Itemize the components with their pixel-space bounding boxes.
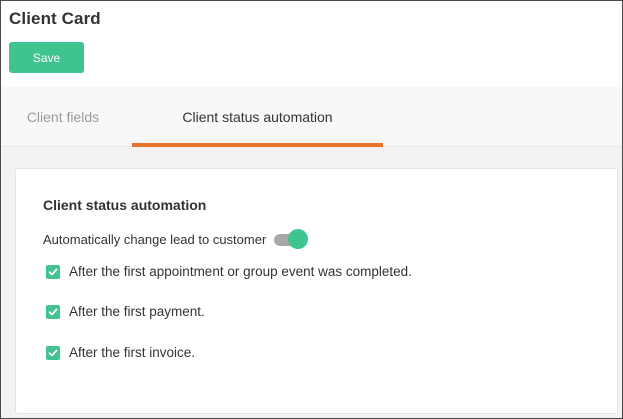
tab-bar: Client fields Client status automation bbox=[1, 87, 622, 147]
client-card-window: Client Card Save Client fields Client st… bbox=[0, 0, 623, 419]
page-title: Client Card bbox=[9, 9, 101, 28]
auto-change-toggle[interactable] bbox=[274, 228, 310, 250]
automation-card: Client status automation Automatically c… bbox=[15, 168, 618, 414]
save-button[interactable]: Save bbox=[9, 42, 84, 73]
tab-client-status-automation[interactable]: Client status automation bbox=[132, 87, 383, 147]
option-label: After the first invoice. bbox=[69, 345, 196, 360]
checkmark-icon bbox=[48, 308, 58, 315]
option-first-appointment: After the first appointment or group eve… bbox=[46, 264, 412, 279]
option-first-invoice: After the first invoice. bbox=[46, 345, 195, 360]
option-first-payment: After the first payment. bbox=[46, 304, 205, 319]
checkmark-icon bbox=[48, 268, 58, 275]
toggle-label: Automatically change lead to customer bbox=[43, 231, 267, 247]
option-label: After the first payment. bbox=[69, 304, 205, 319]
toggle-knob bbox=[288, 229, 309, 249]
checkmark-icon bbox=[48, 349, 58, 356]
checkbox-first-appointment[interactable] bbox=[46, 264, 60, 279]
header: Client Card Save bbox=[1, 1, 622, 87]
tab-client-fields[interactable]: Client fields bbox=[1, 87, 125, 146]
auto-change-toggle-row: Automatically change lead to customer bbox=[43, 228, 310, 250]
checkbox-first-payment[interactable] bbox=[46, 304, 60, 319]
section-title: Client status automation bbox=[43, 197, 207, 213]
checkbox-first-invoice[interactable] bbox=[46, 345, 60, 360]
option-label: After the first appointment or group eve… bbox=[69, 264, 412, 279]
